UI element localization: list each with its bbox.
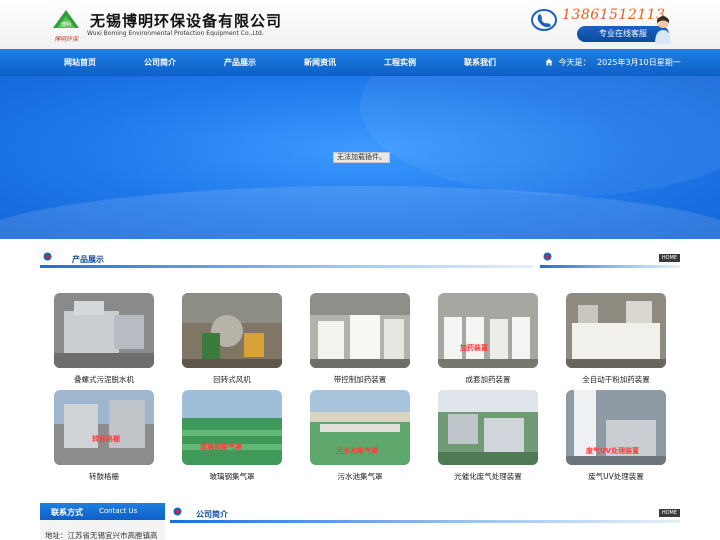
product-caption[interactable]: 带控制加药装置 (310, 374, 410, 385)
product-caption[interactable]: 全自动干粉加药装置 (566, 374, 666, 385)
product-overlay-label: 玻璃钢集气罩 (200, 443, 242, 451)
nav-item-news[interactable]: 新闻资讯 (304, 49, 336, 76)
product-overlay-label: 污水池集气罩 (336, 447, 378, 455)
products-section-header: 产品展示 (40, 250, 533, 268)
nav-item-contact[interactable]: 联系我们 (464, 49, 496, 76)
product-card[interactable]: 玻璃钢集气罩 玻璃钢集气罩 (182, 390, 282, 481)
date-label: 今天是： (558, 58, 591, 67)
about-section-header: 公司简介 HOME (170, 505, 680, 523)
contact-title-en: Contact Us (99, 507, 138, 515)
product-card[interactable]: 转鼓格栅 转鼓格栅 (54, 390, 154, 481)
product-overlay-label: 加药装置 (460, 344, 488, 352)
product-caption[interactable]: 叠螺式污泥脱水机 (54, 374, 154, 385)
product-image[interactable] (54, 390, 154, 465)
contact-panel-header: 联系方式 Contact Us (40, 503, 165, 520)
logo-mark-text: 博明 (61, 21, 71, 28)
products-section-side-header: HOME (540, 250, 680, 268)
product-image[interactable] (438, 293, 538, 368)
product-image[interactable] (438, 390, 538, 465)
logo-script-text: 博明环保 (54, 35, 79, 43)
product-caption[interactable]: 玻璃钢集气罩 (182, 471, 282, 482)
products-section-title: 产品展示 (72, 255, 104, 264)
product-caption[interactable]: 废气UV处理装置 (566, 471, 666, 482)
product-caption[interactable]: 转鼓格栅 (54, 471, 154, 482)
service-agent-avatar (655, 16, 671, 44)
section-bullet-icon (43, 252, 52, 261)
product-card[interactable]: 叠螺式污泥脱水机 (54, 293, 154, 384)
product-image[interactable] (310, 293, 410, 368)
company-name-cn: 无锡博明环保设备有限公司 (90, 12, 283, 30)
about-home-link[interactable]: HOME (658, 509, 680, 517)
banner-decoration (360, 76, 720, 196)
section-bullet-icon (543, 252, 552, 261)
section-bullet-icon (173, 507, 182, 516)
product-card[interactable]: 带控制加药装置 (310, 293, 410, 384)
product-image[interactable] (182, 390, 282, 465)
company-name-en: Wuxi Boming Environmental Protection Equ… (87, 30, 264, 37)
product-image[interactable] (566, 293, 666, 368)
product-card[interactable]: 光催化废气处理装置 (438, 390, 538, 481)
site-header: 博明 博明环保 无锡博明环保设备有限公司 Wuxi Boming Environ… (0, 0, 720, 49)
product-card[interactable]: 废气UV处理装置 废气UV处理装置 (566, 390, 666, 481)
main-nav: 网站首页 公司简介 产品展示 新闻资讯 工程实例 联系我们 今天是： 2025年… (0, 49, 720, 76)
products-home-link[interactable]: HOME (658, 254, 680, 262)
nav-item-home[interactable]: 网站首页 (64, 49, 96, 76)
date-display: 今天是： 2025年3月10日星期一 (545, 49, 681, 76)
nav-item-projects[interactable]: 工程实例 (384, 49, 416, 76)
section-underline (540, 265, 680, 268)
nav-item-about[interactable]: 公司简介 (144, 49, 176, 76)
section-underline (170, 520, 680, 523)
product-overlay-label: 转鼓格栅 (92, 435, 120, 443)
product-card[interactable]: 污水池集气罩 污水池集气罩 (310, 390, 410, 481)
product-caption[interactable]: 光催化废气处理装置 (438, 471, 538, 482)
hero-banner: 无法加载插件。 (0, 76, 720, 239)
product-caption[interactable]: 回转式风机 (182, 374, 282, 385)
home-icon (545, 58, 553, 66)
contact-title-cn: 联系方式 (51, 508, 83, 517)
plugin-error-message: 无法加载插件。 (333, 152, 390, 163)
product-card[interactable]: 加药装置 成套加药装置 (438, 293, 538, 384)
product-card[interactable]: 回转式风机 (182, 293, 282, 384)
product-image[interactable] (182, 293, 282, 368)
product-caption[interactable]: 成套加药装置 (438, 374, 538, 385)
product-caption[interactable]: 污水池集气罩 (310, 471, 410, 482)
about-section-title: 公司简介 (196, 510, 228, 519)
phone-number[interactable]: 13861512113 (562, 7, 665, 23)
phone-icon (531, 9, 557, 31)
section-underline (40, 265, 533, 268)
nav-item-products[interactable]: 产品展示 (224, 49, 256, 76)
product-image[interactable] (54, 293, 154, 368)
contact-address: 地址：江苏省无锡宜兴市高塍镇高 (45, 531, 158, 540)
product-overlay-label: 废气UV处理装置 (586, 447, 640, 455)
product-card[interactable]: 全自动干粉加药装置 (566, 293, 666, 384)
date-value: 2025年3月10日星期一 (597, 58, 681, 67)
company-logo[interactable]: 博明 博明环保 (50, 8, 82, 44)
contact-panel: 联系方式 Contact Us 地址：江苏省无锡宜兴市高塍镇高 (40, 503, 165, 540)
